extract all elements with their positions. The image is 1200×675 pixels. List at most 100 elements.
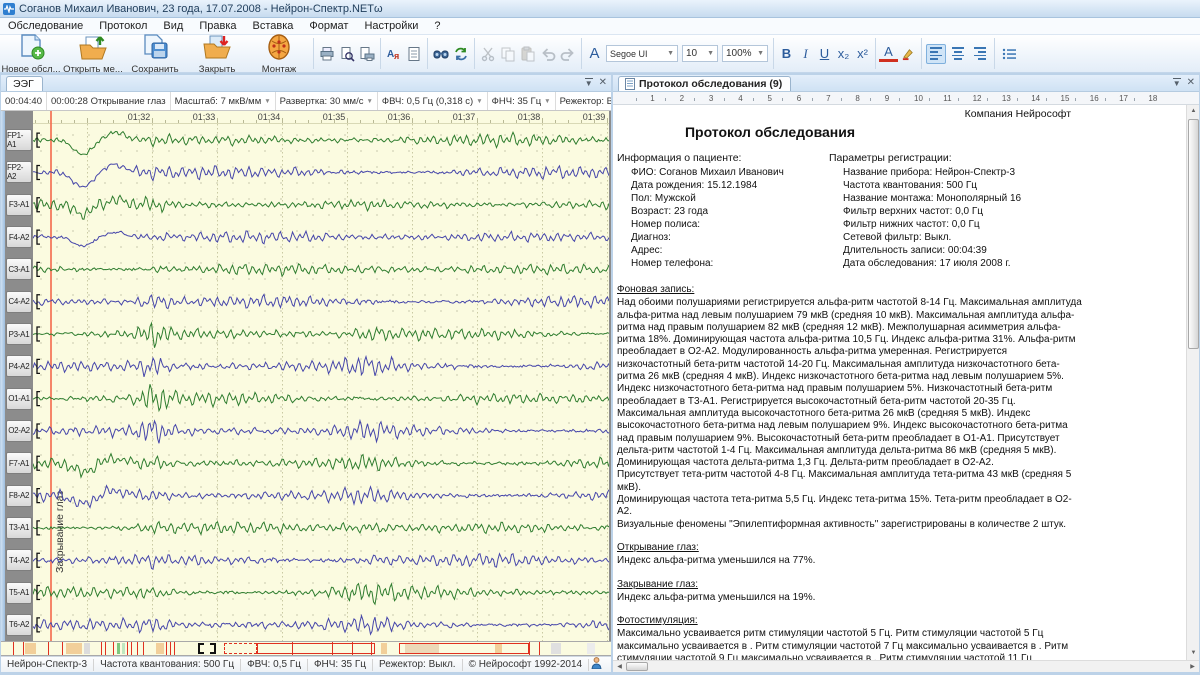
protocol-panel: Протокол обследования (9) ▼ ✕ 1234567891… [613,75,1199,672]
registration-row: Длительность записи: 00:04:39 [843,244,1021,257]
waveform-O1-A1 [33,384,609,410]
waveform-FP2-A2 [33,164,609,187]
Открыть ме...[interactable]: Открыть ме... [62,35,124,72]
menu-Вставка[interactable]: Вставка [245,18,302,35]
menu-Настройки[interactable]: Настройки [356,18,426,35]
document-horizontal-scrollbar[interactable]: ◀ ▶ [613,660,1199,672]
pin-icon[interactable]: ▼ [585,78,593,88]
channel-label-FP1-A1: FP1-A1 [6,129,32,151]
overview-marker [122,643,125,654]
close-icon[interactable]: ✕ [1187,77,1195,88]
patient-row: Диагноз: [631,231,829,244]
bold-button[interactable]: B [777,46,796,61]
close-icon[interactable]: ✕ [599,77,607,88]
spellcheck-icon[interactable]: Aя [384,43,404,65]
overview-marker [587,643,595,654]
font-color-button[interactable]: A [879,45,898,62]
scroll-thumb[interactable] [1188,119,1199,349]
Монтаж[interactable]: Монтаж [248,35,310,72]
overview-event-tick [113,642,114,655]
eeg-control[interactable]: ФНЧ: 35 Гц▼ [487,92,555,110]
channel-label-O1-A1: O1-A1 [6,388,32,410]
superscript-button[interactable]: x² [853,46,872,61]
eeg-control[interactable]: Развертка: 30 мм/с▼ [275,92,377,110]
redo-icon [558,43,578,65]
status-segment: ФВЧ: 0,5 Гц [241,659,308,671]
eeg-plot-area[interactable]: 01:3201:3301:3401:3501:3601:3701:3801:39… [33,111,609,641]
patient-row: Пол: Мужской [631,192,829,205]
doc-lines-icon[interactable] [404,43,424,65]
scroll-thumb[interactable] [626,662,648,671]
calibration-bracket [37,165,40,179]
align-right-button[interactable] [970,44,990,64]
font-name-select[interactable]: Segoe UI▼ [606,45,678,62]
tab-eeg[interactable]: ЭЭГ [6,76,43,91]
status-segment: Нейрон-Спектр-3 [1,659,94,671]
protocol-section: Фотостимуляция:Максимально усваивается р… [617,615,1083,660]
eeg-control[interactable]: ФВЧ: 0,5 Гц (0,318 с)▼ [377,92,487,110]
eeg-tab-strip: ЭЭГ ▼ ✕ [1,75,611,92]
document-ruler: 123456789101112131415161718 [613,92,1199,105]
bullet-list-button[interactable] [999,44,1019,64]
scroll-right-button[interactable]: ▶ [1186,661,1199,672]
channel-label-F4-A2: F4-A2 [6,226,32,248]
pin-icon[interactable]: ▼ [1173,78,1181,88]
overview-marker [84,643,90,654]
patient-row: Номер телефона: [631,257,829,270]
overview-event-tick [131,642,132,655]
tab-protocol[interactable]: Протокол обследования (9) [618,76,791,91]
document-page[interactable]: Компания Нейрософт Протокол обследования… [613,105,1199,660]
Новое обсл...[interactable]: Новое обсл... [0,35,62,72]
Закрыть[interactable]: Закрыть [186,35,248,72]
patient-row: Возраст: 23 года [631,205,829,218]
align-left-button[interactable] [926,44,946,64]
find-icon[interactable] [431,43,451,65]
overview-event-tick [13,642,14,655]
font-size-select[interactable]: 10▼ [682,45,718,62]
menu-Обследование[interactable]: Обследование [0,18,91,35]
quick-print-icon[interactable] [357,43,377,65]
menu-Формат[interactable]: Формат [301,18,356,35]
patient-row: ФИО: Соганов Михаил Иванович [631,166,829,179]
subscript-button[interactable]: x₂ [834,46,853,61]
time-label: 01:36 [379,112,419,122]
scroll-down-button[interactable]: ▼ [1187,647,1199,660]
protocol-section: Фоновая запись:Над обоими полушариями ре… [617,284,1083,531]
overview-event-tick [105,642,106,655]
paste-icon [518,43,538,65]
title-bar: Соганов Михаил Иванович, 23 года, 17.07.… [0,0,1200,18]
patient-row: Номер полиса: [631,218,829,231]
print-preview-icon[interactable] [337,43,357,65]
overview-event-tick [332,642,333,655]
menu-Протокол[interactable]: Протокол [91,18,155,35]
eeg-overview-strip[interactable] [1,641,611,656]
overview-viewport-bracket[interactable] [198,643,216,654]
waveform-T4-A2 [33,554,609,570]
replace-icon[interactable] [451,43,471,65]
eeg-control: Режектор: Выкл. [555,92,611,110]
align-center-button[interactable] [948,44,968,64]
overview-event-tick [529,642,530,655]
channel-label-P4-A2: P4-A2 [6,355,32,377]
menu-Правка[interactable]: Правка [191,18,244,35]
print-icon[interactable] [317,43,337,65]
eeg-control[interactable]: Масштаб: 7 мкВ/мм▼ [170,92,275,110]
Сохранить[interactable]: Сохранить [124,35,186,72]
underline-button[interactable]: U [815,46,834,61]
document-vertical-scrollbar[interactable]: ▲ ▼ [1186,105,1199,660]
channel-label-C4-A2: C4-A2 [6,291,32,313]
menu-?[interactable]: ? [426,18,448,35]
status-segment: Режектор: Выкл. [373,659,463,671]
undo-icon [538,43,558,65]
menu-Вид[interactable]: Вид [155,18,191,35]
big-button-group: Новое обсл...Открыть ме...СохранитьЗакры… [0,35,310,72]
waveform-F8-A2 [33,486,609,508]
overview-event-tick [62,642,63,655]
highlight-button[interactable] [898,43,918,65]
zoom-select[interactable]: 100%▼ [722,45,768,62]
channel-label-F7-A1: F7-A1 [6,452,32,474]
scroll-left-button[interactable]: ◀ [613,661,626,672]
eeg-view[interactable]: FP1-A1FP2-A2F3-A1F4-A2C3-A1C4-A2P3-A1P4-… [1,111,611,641]
italic-button[interactable]: I [796,46,815,62]
scroll-up-button[interactable]: ▲ [1187,105,1199,118]
